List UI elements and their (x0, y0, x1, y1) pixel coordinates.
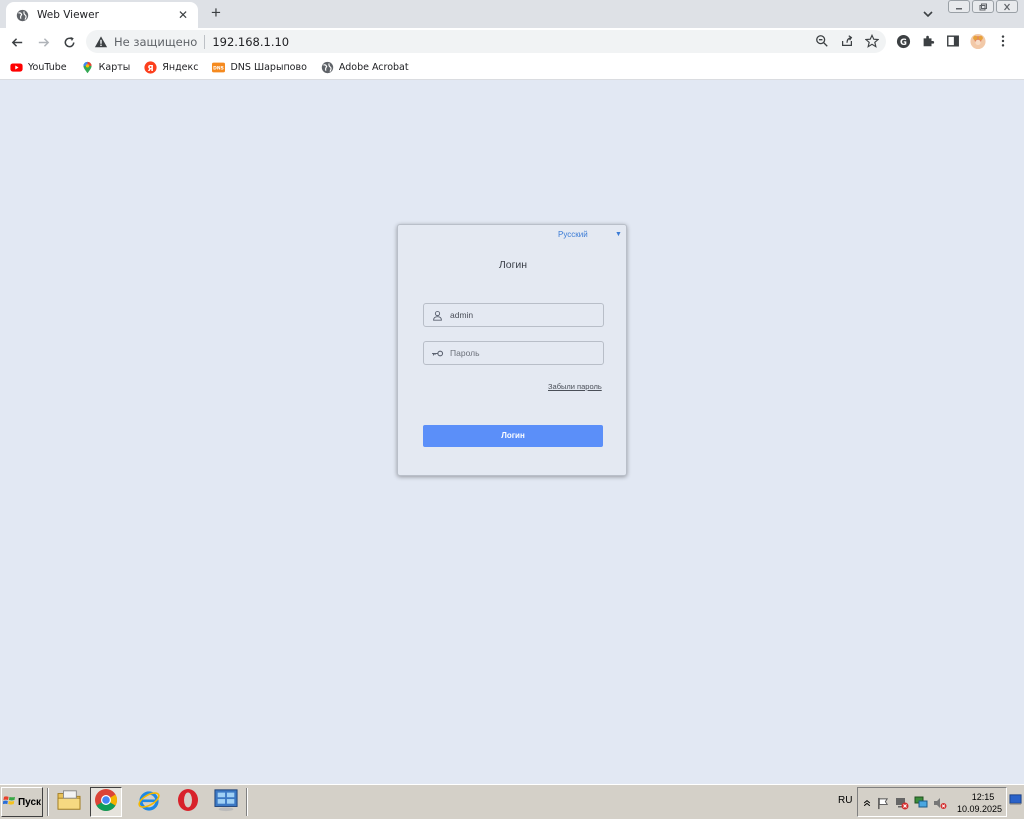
omnibox-actions (814, 33, 880, 49)
forward-arrow-icon[interactable] (34, 33, 52, 51)
start-button[interactable]: Пуск (1, 787, 43, 817)
bookmark-adobe-acrobat[interactable]: Adobe Acrobat (321, 61, 409, 74)
bookmark-label: Adobe Acrobat (338, 61, 409, 73)
sidepanel-icon[interactable] (945, 33, 961, 49)
bookmarks-bar: YouTube Карты Я Яндекс DNS DNS Шарыпово … (0, 55, 1024, 80)
avatar[interactable] (970, 33, 986, 49)
monitor-icon[interactable] (914, 796, 928, 810)
new-tab-button[interactable]: + (206, 4, 226, 24)
taskbar-explorer[interactable] (53, 787, 85, 817)
chrome-icon (94, 788, 118, 817)
zoom-icon[interactable] (814, 33, 830, 49)
taskbar: Пуск RU 12:15 10.09.2025 (0, 784, 1024, 819)
remote-desktop-icon (213, 788, 239, 817)
clock-date[interactable]: 10.09.2025 (957, 804, 1002, 814)
star-icon[interactable] (864, 33, 880, 49)
svg-text:Я: Я (148, 62, 154, 72)
svg-text:G: G (900, 36, 907, 46)
taskbar-divider (246, 788, 248, 816)
extension-badge-icon[interactable]: G (895, 33, 911, 49)
maps-icon (81, 61, 94, 74)
close-window-icon[interactable] (996, 0, 1018, 13)
show-desktop-icon[interactable] (1009, 793, 1022, 806)
password-input[interactable] (450, 348, 600, 358)
password-field[interactable] (423, 341, 604, 365)
user-icon (430, 308, 444, 322)
menu-dots-icon[interactable] (995, 33, 1011, 49)
extensions-area: G (895, 33, 1011, 49)
taskbar-remote-app[interactable] (210, 787, 242, 817)
taskbar-internet-explorer[interactable] (133, 787, 165, 817)
browser-tab[interactable]: Web Viewer ✕ (6, 2, 198, 28)
forgot-password-link[interactable]: Забыли пароль (548, 382, 602, 391)
username-input[interactable] (450, 310, 600, 320)
language-label[interactable]: Русский (558, 230, 588, 239)
tab-title: Web Viewer (37, 9, 99, 21)
language-indicator[interactable]: RU (838, 795, 852, 806)
flag-icon[interactable] (876, 796, 890, 810)
start-label: Пуск (17, 796, 42, 808)
separator (204, 34, 206, 49)
speaker-muted-icon[interactable] (933, 796, 947, 810)
minimize-icon[interactable] (948, 0, 970, 13)
chevron-down-icon[interactable] (920, 6, 936, 22)
network-error-icon[interactable] (895, 796, 909, 810)
key-icon (430, 346, 444, 360)
internet-explorer-icon (137, 788, 161, 817)
yandex-icon: Я (144, 60, 157, 74)
bookmark-label: Карты (98, 61, 131, 73)
warning-triangle-icon[interactable] (94, 35, 108, 49)
login-card: Русский ▼ Логин Забыли пароль Логин (397, 224, 627, 476)
security-label[interactable]: Не защищено (114, 35, 197, 49)
reload-icon[interactable] (60, 33, 78, 51)
bookmark-label: YouTube (28, 61, 67, 73)
login-title: Логин (498, 259, 528, 271)
taskbar-opera[interactable] (172, 787, 204, 817)
chevron-up-icon[interactable] (860, 796, 874, 810)
folder-icon (56, 789, 82, 816)
youtube-icon (10, 61, 23, 74)
taskbar-chrome[interactable] (90, 787, 122, 817)
bookmark-label: Яндекс (162, 61, 199, 73)
tab-close-icon[interactable]: ✕ (176, 8, 190, 22)
puzzle-icon[interactable] (920, 33, 936, 49)
username-field[interactable] (423, 303, 604, 327)
bookmark-yandex[interactable]: Я Яндекс (144, 60, 199, 74)
clock-time[interactable]: 12:15 (968, 792, 998, 802)
page-viewport: Русский ▼ Логин Забыли пароль Логин (0, 81, 1024, 784)
caret-down-icon[interactable]: ▼ (615, 231, 622, 238)
dns-icon: DNS (212, 61, 226, 74)
restore-icon[interactable] (972, 0, 994, 13)
svg-text:DNS: DNS (214, 65, 225, 71)
language-select[interactable]: Русский ▼ (558, 230, 622, 239)
bookmark-dns[interactable]: DNS DNS Шарыпово (212, 61, 307, 74)
windows-logo-icon (2, 795, 16, 809)
share-icon[interactable] (839, 33, 855, 49)
browser-tabstrip: Web Viewer ✕ + (0, 0, 1024, 28)
bookmark-youtube[interactable]: YouTube (10, 61, 67, 74)
browser-toolbar: Не защищено 192.168.1.10 (0, 28, 1024, 55)
opera-icon (176, 788, 200, 817)
url-text[interactable]: 192.168.1.10 (212, 35, 289, 49)
globe-icon (321, 61, 334, 74)
taskbar-divider (47, 788, 49, 816)
address-bar[interactable]: Не защищено 192.168.1.10 (86, 30, 886, 53)
back-arrow-icon[interactable] (8, 33, 26, 51)
window-controls (948, 0, 1018, 13)
bookmark-maps[interactable]: Карты (81, 61, 131, 74)
login-button[interactable]: Логин (423, 425, 603, 447)
globe-icon (16, 9, 29, 22)
system-tray: 12:15 10.09.2025 (857, 787, 1007, 817)
bookmark-label: DNS Шарыпово (230, 61, 307, 73)
